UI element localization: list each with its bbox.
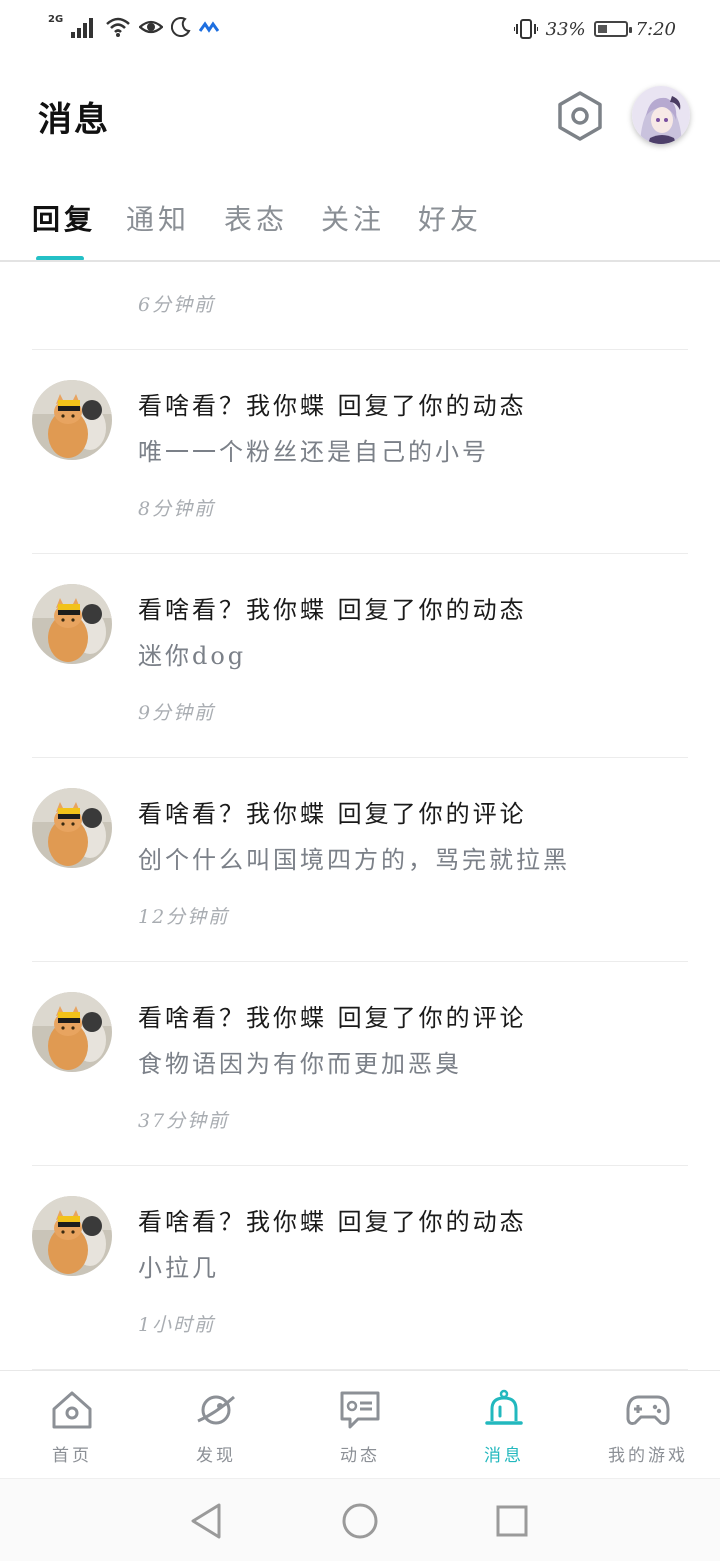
sender-avatar[interactable] — [32, 1196, 112, 1276]
message-item[interactable]: 看啥看？我你蝶 回复了你的动态 唯一一个粉丝还是自己的小号 8分钟前 — [0, 350, 720, 554]
message-body: 真有素质 — [138, 262, 246, 263]
system-navigation-bar — [0, 1478, 720, 1561]
message-time: 37分钟前 — [138, 1110, 230, 1132]
page-title: 消息 — [38, 100, 110, 140]
message-time: 1小时前 — [138, 1314, 216, 1336]
message-body: 食物语因为有你而更加恶臭 — [138, 1050, 462, 1078]
user-avatar[interactable] — [632, 86, 690, 144]
cat-avatar-image — [32, 380, 112, 460]
recents-square-icon — [496, 1505, 528, 1537]
message-body: 唯一一个粉丝还是自己的小号 — [138, 438, 489, 466]
tab-reaction[interactable]: 表态 — [224, 198, 288, 238]
home-button[interactable] — [338, 1499, 382, 1543]
message-title: 看啥看？我你蝶 回复了你的评论 — [138, 800, 527, 828]
anime-avatar-image — [632, 86, 690, 144]
message-title: 看啥看？我你蝶 回复了你的动态 — [138, 596, 527, 624]
header: 消息 — [0, 62, 720, 172]
nav-feed[interactable]: 动态 — [288, 1371, 432, 1479]
nav-messages[interactable]: 消息 — [432, 1371, 576, 1479]
moon-icon — [171, 17, 191, 37]
sender-avatar[interactable] — [32, 992, 112, 1072]
message-tabs: 回复 通知 表态 关注 好友 — [0, 172, 720, 261]
message-item[interactable]: 看啥看？我你蝶 回复了你的动态 小拉几 1小时前 — [0, 1166, 720, 1370]
battery-icon — [593, 21, 632, 37]
settings-button[interactable] — [552, 88, 608, 144]
tab-notification[interactable]: 通知 — [126, 198, 190, 238]
tab-follow[interactable]: 关注 — [321, 198, 385, 238]
feed-icon — [340, 1391, 380, 1429]
cat-avatar-image — [32, 992, 112, 1072]
nav-home-label: 首页 — [52, 1446, 92, 1466]
sender-avatar[interactable] — [32, 788, 112, 868]
message-list[interactable]: 真有素质 6分钟前 看啥看？我你蝶 回复了你的动态 唯一一个粉丝还是自己的小号 … — [0, 262, 720, 1370]
bottom-nav: 首页 发现 动态 消息 我的游戏 — [0, 1370, 720, 1479]
nav-messages-label: 消息 — [484, 1446, 524, 1466]
message-body: 创个什么叫国境四方的，骂完就拉黑 — [138, 846, 570, 874]
message-item[interactable]: 真有素质 6分钟前 — [0, 262, 720, 350]
message-item[interactable]: 看啥看？我你蝶 回复了你的评论 创个什么叫国境四方的，骂完就拉黑 12分钟前 — [0, 758, 720, 962]
cat-avatar-image — [32, 788, 112, 868]
home-icon — [52, 1391, 92, 1429]
message-title: 看啥看？我你蝶 回复了你的动态 — [138, 392, 527, 420]
gamepad-icon — [626, 1395, 670, 1425]
message-body: 小拉几 — [138, 1254, 219, 1282]
vibrate-icon — [513, 19, 538, 39]
app-notification-icon — [199, 21, 220, 33]
nav-discover-label: 发现 — [196, 1446, 236, 1466]
settings-hexagon-icon — [558, 91, 602, 141]
network-type: 2G — [48, 13, 64, 25]
nav-my-games-label: 我的游戏 — [608, 1446, 688, 1466]
message-time: 12分钟前 — [138, 906, 230, 928]
home-circle-icon — [342, 1503, 378, 1539]
cat-avatar-image — [32, 1196, 112, 1276]
cat-avatar-image — [32, 584, 112, 664]
message-time: 9分钟前 — [138, 702, 216, 724]
back-button[interactable] — [184, 1499, 228, 1543]
nav-discover[interactable]: 发现 — [144, 1371, 288, 1479]
message-item[interactable]: 看啥看？我你蝶 回复了你的动态 迷你dog 9分钟前 — [0, 554, 720, 758]
message-item[interactable]: 看啥看？我你蝶 回复了你的评论 食物语因为有你而更加恶臭 37分钟前 — [0, 962, 720, 1166]
nav-feed-label: 动态 — [340, 1446, 380, 1466]
message-title: 看啥看？我你蝶 回复了你的评论 — [138, 1004, 527, 1032]
sender-avatar[interactable] — [32, 584, 112, 664]
message-body: 迷你dog — [138, 642, 247, 670]
nav-my-games[interactable]: 我的游戏 — [576, 1371, 720, 1479]
bell-icon — [485, 1389, 523, 1425]
message-time: 6分钟前 — [138, 294, 216, 316]
clock: 7:20 — [635, 18, 676, 40]
status-bar: 2G 33% 7:20 — [0, 0, 720, 62]
message-time: 8分钟前 — [138, 498, 216, 520]
battery-percent: 33% — [545, 18, 586, 40]
tab-reply[interactable]: 回复 — [32, 198, 96, 238]
recents-button[interactable] — [490, 1499, 534, 1543]
message-title: 看啥看？我你蝶 回复了你的动态 — [138, 1208, 527, 1236]
nav-home[interactable]: 首页 — [0, 1371, 144, 1479]
sender-avatar[interactable] — [32, 380, 112, 460]
back-triangle-icon — [191, 1503, 221, 1539]
planet-icon — [197, 1395, 235, 1425]
signal-icon — [71, 18, 94, 38]
tab-friends[interactable]: 好友 — [418, 198, 482, 238]
eye-comfort-icon — [139, 20, 164, 34]
wifi-icon — [106, 17, 131, 37]
